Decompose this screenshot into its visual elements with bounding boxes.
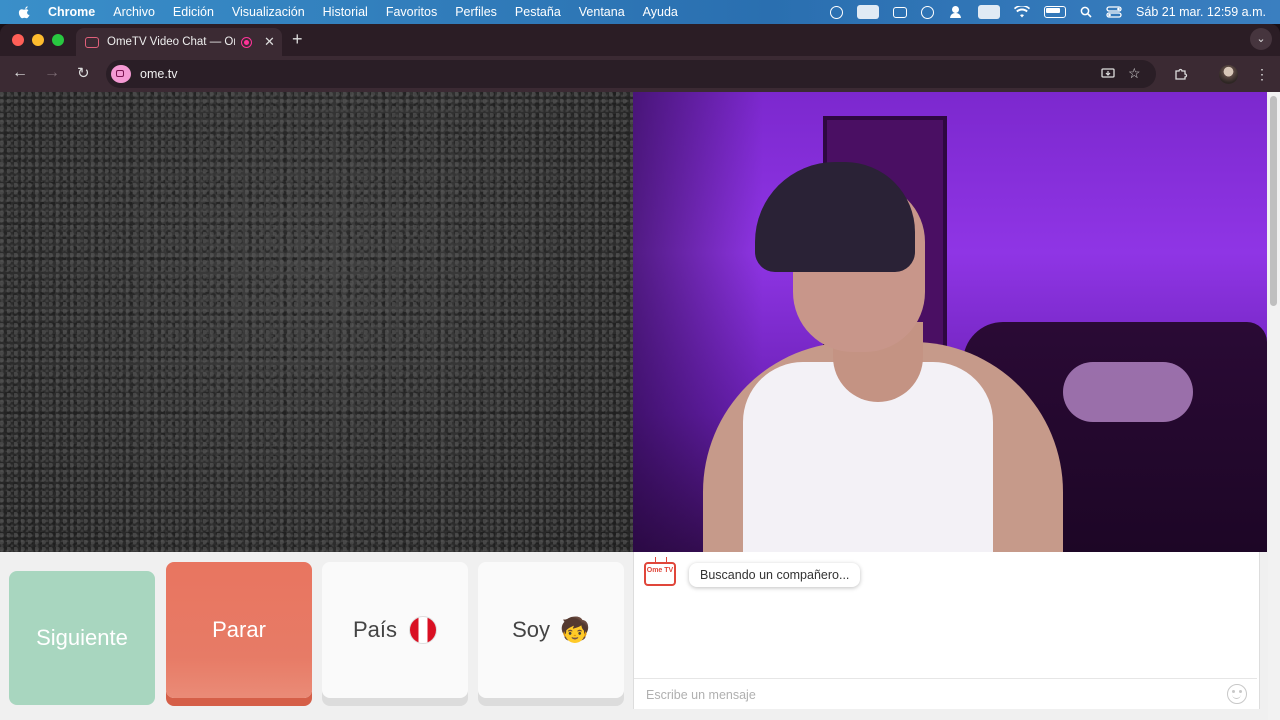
video-person-cap — [755, 162, 915, 272]
wifi-icon[interactable] — [1014, 6, 1031, 18]
site-camera-icon[interactable] — [111, 65, 131, 83]
recording-indicator-icon — [241, 36, 252, 48]
stop-button[interactable]: Parar — [166, 562, 312, 698]
ometv-page: Siguiente Parar País Soy 🧒 Ome TV Buscan… — [0, 92, 1280, 720]
stop-button-label: Parar — [212, 617, 266, 642]
menu-app-name[interactable]: Chrome — [48, 5, 95, 19]
menu-ventana[interactable]: Ventana — [579, 5, 625, 19]
smiley-emoji-icon[interactable] — [1227, 684, 1247, 704]
status-message: Buscando un compañero... — [689, 563, 861, 587]
chat-controls: Siguiente Parar País Soy 🧒 — [0, 552, 633, 720]
message-input[interactable] — [644, 684, 1208, 706]
cloud-sync-icon[interactable] — [830, 5, 844, 19]
screen-share-icon[interactable] — [857, 5, 880, 19]
battery-icon[interactable] — [1044, 6, 1067, 18]
user-icon[interactable] — [948, 6, 964, 18]
menu-perfiles[interactable]: Perfiles — [455, 5, 497, 19]
page-scrollbar[interactable] — [1268, 92, 1280, 720]
menu-pestana[interactable]: Pestaña — [515, 5, 561, 19]
search-icon[interactable] — [1080, 6, 1092, 18]
back-arrow-icon[interactable]: ← — [12, 64, 28, 82]
menu-bar-status-area: Sáb 21 mar. 12:59 a.m. — [830, 0, 1266, 24]
kebab-menu-icon[interactable]: ⋮ — [1255, 66, 1269, 83]
video-pillow — [1063, 362, 1193, 422]
browser-window: OmeTV Video Chat — Ome ✕ + ⌄ ← → ↻ ome.t… — [0, 24, 1280, 720]
close-window-button[interactable] — [12, 34, 24, 46]
gender-button-label: Soy — [512, 617, 551, 642]
scrollbar-thumb[interactable] — [1270, 96, 1277, 306]
tab-ometv[interactable]: OmeTV Video Chat — Ome ✕ — [76, 28, 282, 56]
tab-title: OmeTV Video Chat — Ome — [107, 36, 235, 48]
boy-emoji-icon: 🧒 — [560, 616, 590, 644]
play-icon[interactable] — [921, 5, 935, 19]
ometv-logo: Ome TV — [644, 562, 676, 586]
browser-toolbar: ← → ↻ ome.tv ☆ ⋮ — [0, 56, 1280, 92]
menu-ayuda[interactable]: Ayuda — [643, 5, 678, 19]
menu-archivo[interactable]: Archivo — [113, 5, 155, 19]
self-camera-video — [633, 92, 1267, 552]
reload-icon[interactable]: ↻ — [77, 64, 90, 82]
minimize-window-button[interactable] — [32, 34, 44, 46]
message-input-bar — [634, 678, 1257, 709]
peru-flag-icon — [409, 616, 438, 644]
macos-menu-bar: Chrome Archivo Edición Visualización His… — [0, 0, 1280, 24]
stage-manager-icon[interactable] — [978, 5, 1001, 19]
next-button[interactable]: Siguiente — [9, 571, 155, 705]
menu-edicion[interactable]: Edición — [173, 5, 214, 19]
close-tab-icon[interactable]: ✕ — [264, 34, 275, 50]
address-bar[interactable]: ome.tv ☆ — [106, 60, 1156, 88]
install-app-icon[interactable] — [1101, 68, 1115, 80]
new-tab-icon[interactable]: + — [292, 29, 303, 50]
control-center-icon[interactable] — [1106, 6, 1122, 18]
apple-icon[interactable] — [18, 5, 32, 19]
menu-visualizacion[interactable]: Visualización — [232, 5, 305, 19]
extensions-puzzle-icon[interactable] — [1174, 66, 1189, 81]
tv-favicon-icon — [85, 36, 99, 48]
partner-video-static — [0, 92, 633, 552]
profile-avatar[interactable] — [1219, 65, 1238, 84]
next-button-label: Siguiente — [36, 625, 128, 650]
chat-panel: Ome TV Buscando un compañero... — [633, 552, 1260, 709]
menu-bar-clock[interactable]: Sáb 21 mar. 12:59 a.m. — [1136, 5, 1266, 19]
zoom-window-button[interactable] — [52, 34, 64, 46]
display-icon[interactable] — [893, 6, 908, 18]
country-filter-button[interactable]: País — [322, 562, 468, 698]
menu-historial[interactable]: Historial — [323, 5, 368, 19]
address-url[interactable]: ome.tv — [140, 67, 178, 81]
tab-search-chevron-icon[interactable]: ⌄ — [1250, 28, 1272, 50]
tab-strip: OmeTV Video Chat — Ome ✕ + ⌄ — [0, 24, 1280, 56]
forward-arrow-icon[interactable]: → — [44, 64, 60, 82]
gender-select-button[interactable]: Soy 🧒 — [478, 562, 624, 698]
bookmark-star-icon[interactable]: ☆ — [1128, 65, 1141, 82]
country-button-label: País — [352, 617, 398, 642]
menu-favoritos[interactable]: Favoritos — [386, 5, 437, 19]
